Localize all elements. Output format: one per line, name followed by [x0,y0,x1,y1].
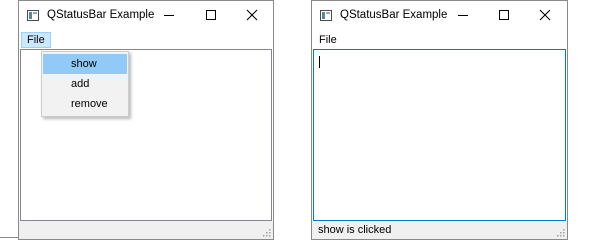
window-edge [0,237,18,238]
menu-item-remove[interactable]: remove [43,94,127,114]
text-edit[interactable] [313,49,566,221]
menu-bar: File [19,31,273,49]
right-window: QStatusBar Example File show is clicked [311,0,568,240]
close-icon[interactable] [537,7,553,23]
minimize-icon[interactable] [455,7,471,23]
menu-file[interactable]: File [314,32,342,48]
menu-item-add[interactable]: add [43,74,127,94]
maximize-icon[interactable] [203,7,219,23]
size-grip-icon[interactable] [261,227,271,237]
maximize-icon[interactable] [496,7,512,23]
size-grip-icon[interactable] [555,227,565,237]
menu-item-show[interactable]: show [43,54,127,74]
status-bar [19,221,273,239]
title-bar[interactable]: QStatusBar Example [312,1,567,31]
menu-bar: File [312,31,567,49]
app-icon [320,10,332,21]
close-icon[interactable] [244,7,260,23]
window-title: QStatusBar Example [340,9,448,21]
minimize-icon[interactable] [161,7,177,23]
status-bar: show is clicked [312,221,567,239]
app-icon [27,10,39,21]
title-bar[interactable]: QStatusBar Example [19,1,273,31]
menu-file[interactable]: File [21,32,51,48]
file-dropdown-menu: show add remove [41,51,129,117]
window-title: QStatusBar Example [47,9,155,21]
text-caret [319,56,320,68]
status-message: show is clicked [318,224,392,236]
left-window: QStatusBar Example File show add remove [18,0,274,240]
